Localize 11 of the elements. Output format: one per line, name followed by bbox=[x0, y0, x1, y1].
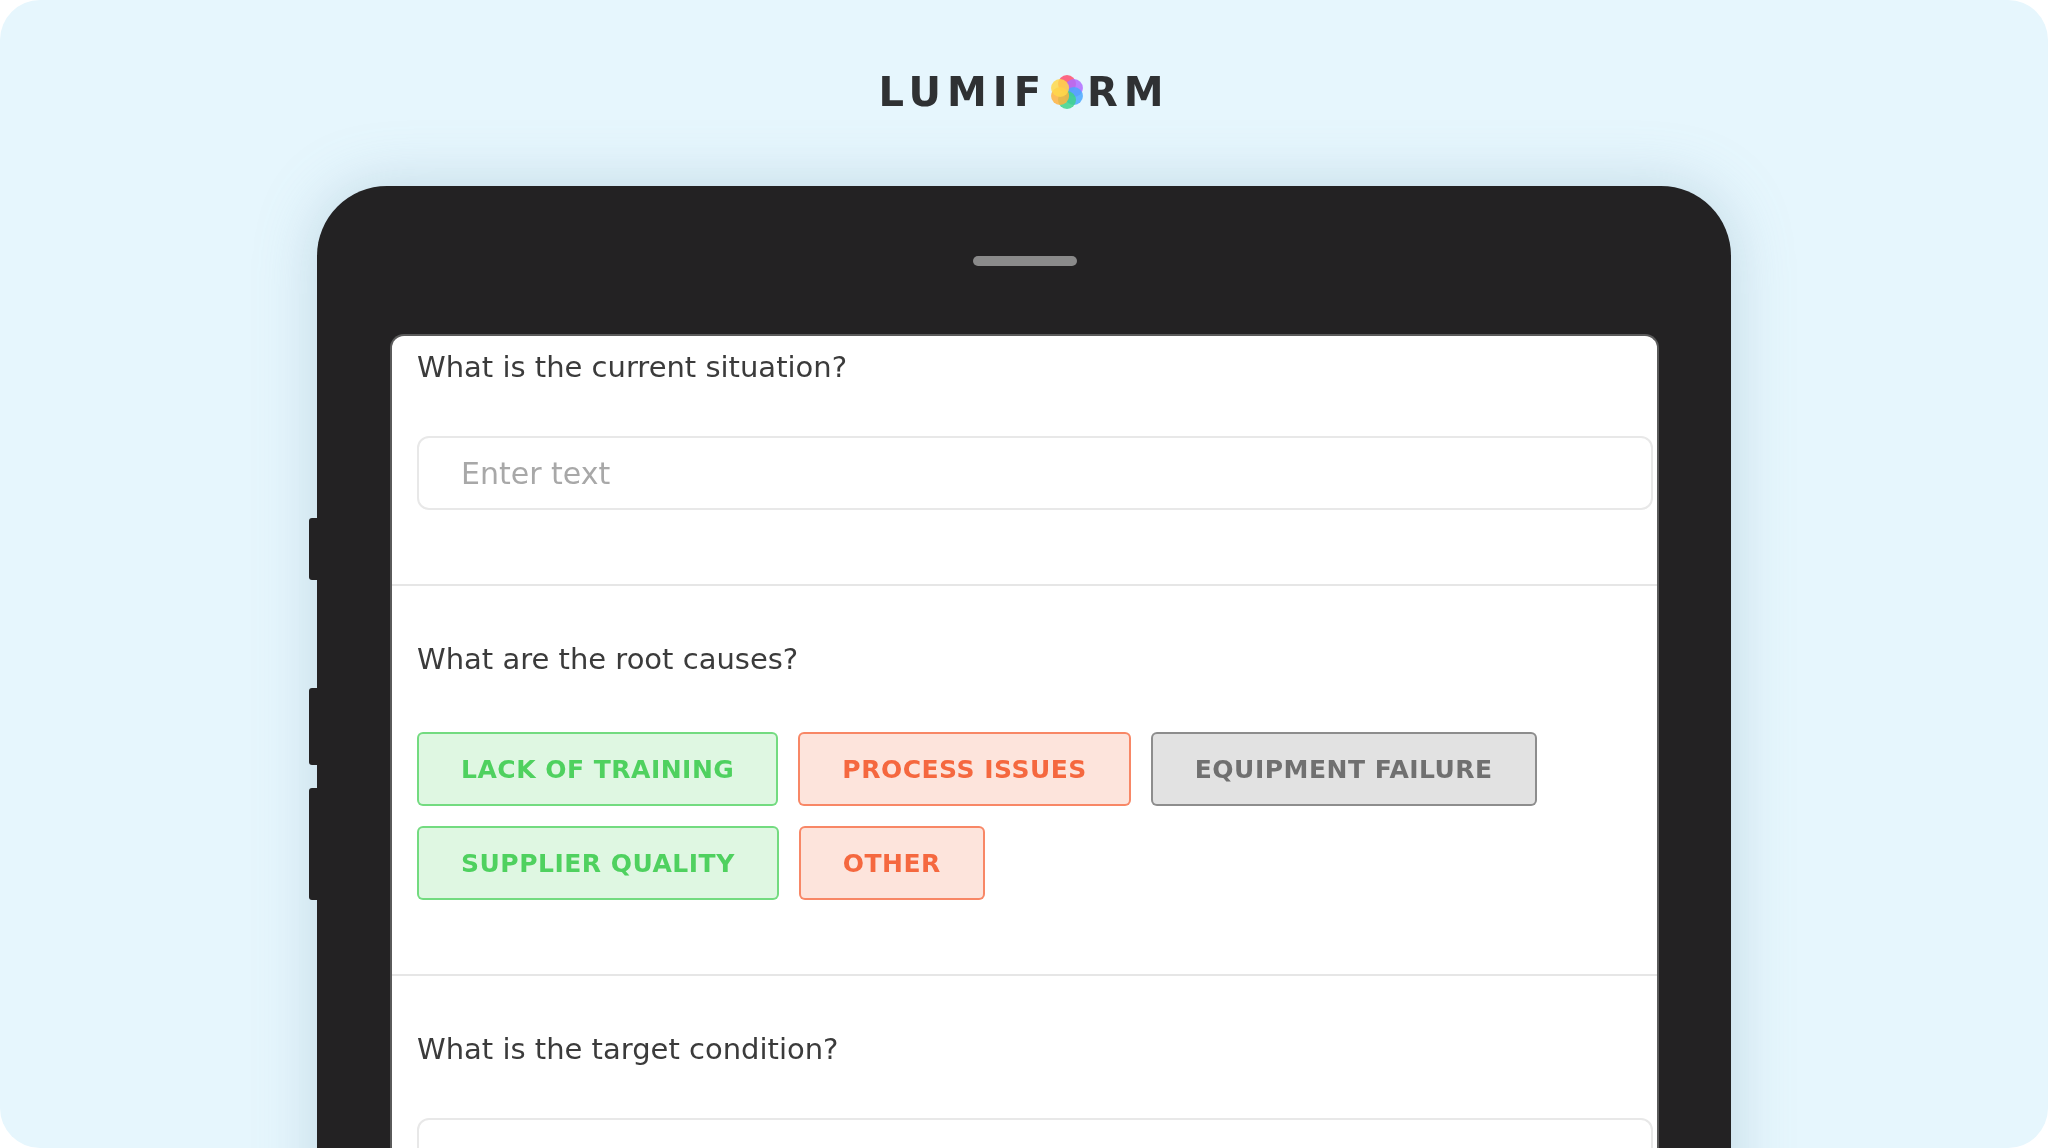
logo-text: LUMIF bbox=[878, 69, 1047, 115]
answer-chip[interactable]: OTHER bbox=[798, 826, 985, 900]
answer-chip[interactable]: PROCESS ISSUES bbox=[798, 732, 1131, 806]
question-text: What is the current situation? bbox=[417, 350, 849, 384]
question-text: What is the target condition? bbox=[417, 1032, 840, 1066]
answer-chip[interactable]: LACK OF TRAINING bbox=[417, 732, 779, 806]
answer-chip[interactable]: SUPPLIER QUALITY bbox=[417, 826, 779, 900]
text-field[interactable]: Enter text bbox=[417, 436, 1653, 510]
answer-chip[interactable]: EQUIPMENT FAILURE bbox=[1150, 732, 1537, 806]
question-text: What are the root causes? bbox=[417, 642, 800, 676]
logo-text: RM bbox=[1086, 69, 1170, 115]
